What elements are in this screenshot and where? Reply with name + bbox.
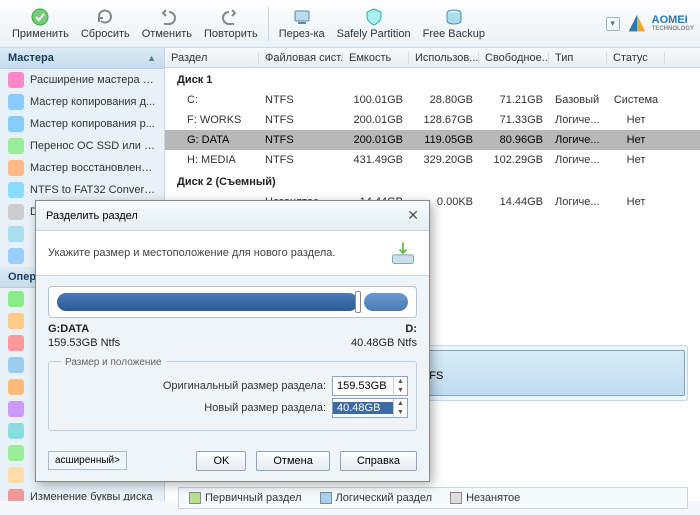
- undo-button[interactable]: Отменить: [136, 5, 198, 42]
- col-partition[interactable]: Раздел: [165, 52, 259, 64]
- safely-partition-button[interactable]: Safely Partition: [331, 5, 417, 42]
- table-row[interactable]: H: MEDIANTFS431.49GB329.20GB102.29GBЛоги…: [165, 150, 700, 170]
- brand-logo: AOMEITECHNOLOGY: [626, 13, 694, 35]
- col-used[interactable]: Использов...: [409, 52, 479, 64]
- slider-handle[interactable]: [355, 291, 361, 313]
- dialog-title: Разделить раздел: [46, 210, 138, 222]
- col-capacity[interactable]: Емкость: [343, 52, 409, 64]
- refresh-button[interactable]: Перез-ка: [273, 5, 331, 42]
- cancel-button[interactable]: Отмена: [256, 451, 329, 471]
- original-size-input[interactable]: ▲▼: [332, 376, 408, 396]
- reset-button[interactable]: Сбросить: [75, 5, 136, 42]
- help-button[interactable]: Справка: [340, 451, 417, 471]
- split-icon: [389, 239, 417, 267]
- table-row[interactable]: G: DATANTFS200.01GB119.05GB80.96GBЛогиче…: [165, 130, 700, 150]
- sidebar-item[interactable]: Изменение буквы диска: [0, 486, 164, 501]
- table-row[interactable]: F: WORKSNTFS200.01GB128.67GB71.33GBЛогич…: [165, 110, 700, 130]
- sidebar-item[interactable]: Расширение мастера р...: [0, 69, 164, 91]
- advanced-button[interactable]: асширенный>: [48, 451, 127, 470]
- sidebar-item[interactable]: Мастер копирования р...: [0, 113, 164, 135]
- main-toolbar: Применить Сбросить Отменить Повторить Пе…: [0, 0, 700, 48]
- apply-button[interactable]: Применить: [6, 5, 75, 42]
- toolbar-dropdown[interactable]: ▾: [606, 17, 620, 31]
- chevron-up-icon: ▲: [147, 53, 156, 63]
- split-partition-dialog: Разделить раздел ✕ Укажите размер и место…: [35, 200, 430, 482]
- redo-button[interactable]: Повторить: [198, 5, 264, 42]
- close-icon[interactable]: ✕: [407, 207, 419, 224]
- dialog-subtitle: Укажите размер и местоположение для ново…: [48, 247, 335, 259]
- masters-panel-header[interactable]: Мастера▲: [0, 48, 164, 69]
- sidebar-item[interactable]: Перенос ОС SSD или HDD: [0, 135, 164, 157]
- col-free[interactable]: Свободное...: [479, 52, 549, 64]
- free-backup-button[interactable]: Free Backup: [417, 5, 491, 42]
- disk-header: Диск 1: [165, 68, 700, 90]
- new-size-input[interactable]: ▲▼: [332, 398, 408, 418]
- sidebar-item[interactable]: Мастер копирования д...: [0, 91, 164, 113]
- col-fs[interactable]: Файловая сист...: [259, 52, 343, 64]
- disk-header: Диск 2 (Съемный): [165, 170, 700, 192]
- size-slider[interactable]: [48, 286, 417, 318]
- sidebar-item[interactable]: NTFS to FAT32 Converter: [0, 179, 164, 201]
- col-status[interactable]: Статус: [607, 52, 665, 64]
- col-type[interactable]: Тип: [549, 52, 607, 64]
- table-row[interactable]: C:NTFS100.01GB28.80GB71.21GBБазовыйСисте…: [165, 90, 700, 110]
- legend: Первичный раздел Логический раздел Незан…: [178, 487, 688, 509]
- sidebar-item[interactable]: Мастер восстановлени...: [0, 157, 164, 179]
- ok-button[interactable]: OK: [196, 451, 246, 471]
